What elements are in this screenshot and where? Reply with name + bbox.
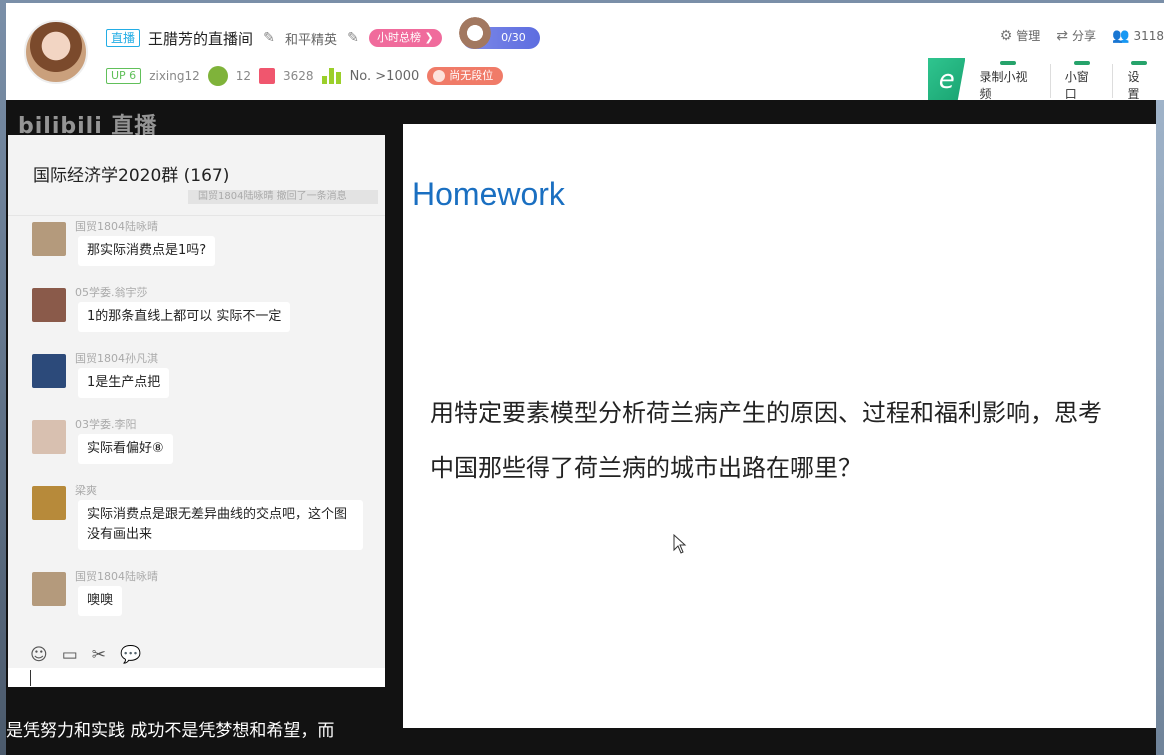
sender-name: 梁爽: [75, 484, 97, 497]
desktop-background-right: [1156, 100, 1164, 755]
sender-avatar[interactable]: [32, 222, 66, 256]
octopus-icon: [207, 66, 228, 86]
record-label: 录制小视频: [979, 69, 1028, 101]
share-button[interactable]: ⇄ 分享: [1056, 27, 1096, 44]
gear-icon: ⚙: [999, 27, 1013, 44]
chat-message: 国贸1804陆咏晴 噢噢: [8, 566, 385, 632]
rank-bars-icon: [321, 68, 342, 84]
slide-body-text: 用特定要素模型分析荷兰病产生的原因、过程和福利影响，思考中国那些得了荷兰病的城市…: [430, 399, 1102, 482]
tv-icon: [1073, 60, 1090, 65]
sender-name: 05学委.翁宇莎: [75, 286, 148, 299]
edit-category-icon[interactable]: ✎: [345, 30, 361, 46]
mini-window-button[interactable]: 小窗口: [1051, 60, 1114, 101]
sender-name: 03学委.李阳: [75, 418, 137, 431]
edit-title-icon[interactable]: ✎: [261, 30, 277, 46]
streamer-username[interactable]: zixing12: [149, 69, 200, 83]
message-bubble: 实际消费点是跟无差异曲线的交点吧，这个图没有画出来: [78, 500, 363, 550]
settings-button[interactable]: 设置: [1113, 60, 1164, 101]
sender-name: 国贸1804孙凡淇: [75, 352, 158, 365]
scissors-icon[interactable]: ✂: [92, 645, 106, 665]
sender-avatar[interactable]: [32, 354, 66, 388]
chat-bubble-icon[interactable]: 💬: [120, 645, 141, 665]
header-actions: ⚙ 管理 ⇄ 分享 👥 3118: [992, 27, 1164, 44]
streamer-stats-row: UP 6 zixing12 12 3628 No. >1000 尚无段位: [106, 65, 504, 87]
viewers-label: 3118: [1133, 28, 1164, 43]
sender-avatar[interactable]: [32, 288, 66, 322]
scrolling-subtitle: 是凭努力和实践 成功不是凭梦想和希望，而: [6, 721, 335, 741]
stream-tools: e 录制小视频 小窗口 设置: [928, 58, 1164, 103]
rank-text: No. >1000: [349, 68, 420, 84]
gift-count: 3628: [283, 69, 314, 83]
recall-notice: 国贸1804陆咏晴 撤回了一条消息: [188, 190, 378, 204]
mini-label: 小窗口: [1064, 69, 1089, 101]
room-category[interactable]: 和平精英: [285, 29, 337, 48]
stat-value: 12: [235, 69, 252, 83]
sender-name: 国贸1804陆咏晴: [75, 570, 158, 583]
e-logo-icon[interactable]: e: [928, 58, 966, 103]
message-bubble: 实际看偏好⑧: [78, 434, 173, 464]
live-tag: 直播: [106, 29, 141, 47]
folder-icon[interactable]: ▭: [62, 645, 78, 665]
chat-message: 梁爽 实际消费点是跟无差异曲线的交点吧，这个图没有画出来: [8, 480, 385, 566]
gift-icon: [259, 68, 276, 84]
chat-message: 国贸1804孙凡淇 1是生产点把: [8, 348, 385, 414]
fan-progress-text: 0/30: [501, 31, 526, 44]
group-chat-window: 国际经济学2020群 (167) 国贸1804陆咏晴 撤回了一条消息 国贸180…: [8, 135, 385, 687]
users-icon: 👥: [1112, 27, 1130, 44]
hourly-rank-badge[interactable]: 小时总榜 ❯: [369, 29, 442, 47]
up-level-tag: UP 6: [106, 68, 142, 84]
fan-crest-icon: [455, 15, 494, 51]
message-bubble: 1的那条直线上都可以 实际不一定: [78, 302, 291, 332]
chat-message: 03学委.李阳 实际看偏好⑧: [8, 414, 385, 480]
sender-avatar[interactable]: [32, 420, 66, 454]
share-icon: ⇄: [1056, 27, 1068, 44]
chat-message: 05学委.翁宇莎 1的那条直线上都可以 实际不一定: [8, 282, 385, 348]
settings-label: 设置: [1127, 69, 1140, 101]
sender-avatar[interactable]: [32, 486, 66, 520]
tier-badge[interactable]: 尚无段位: [427, 67, 504, 85]
video-camera-icon: [999, 60, 1016, 65]
chat-toolbar: ☺ ▭ ✂ 💬: [30, 645, 141, 665]
message-bubble: 1是生产点把: [78, 368, 170, 398]
room-info-row: 直播 王腊芳的直播间 ✎ 和平精英 ✎ 小时总榜 ❯ 0/30: [106, 15, 540, 51]
streamer-avatar[interactable]: [24, 20, 88, 84]
message-bubble: 那实际消费点是1吗?: [78, 236, 216, 266]
chat-input[interactable]: [8, 668, 385, 687]
sender-avatar[interactable]: [32, 572, 66, 606]
room-header: 直播 王腊芳的直播间 ✎ 和平精英 ✎ 小时总榜 ❯ 0/30 UP 6 zix…: [6, 0, 1164, 103]
message-list[interactable]: 国贸1804陆咏晴 那实际消费点是1吗? 05学委.翁宇莎 1的那条直线上都可以…: [8, 215, 385, 635]
message-bubble: 噢噢: [78, 586, 123, 616]
room-title: 王腊芳的直播间: [148, 29, 254, 48]
share-label: 分享: [1072, 29, 1097, 43]
manage-button[interactable]: ⚙ 管理: [1000, 27, 1041, 44]
viewers-count: 👥 3118: [1112, 28, 1164, 44]
slide-title: Homework: [412, 176, 565, 212]
emoji-icon[interactable]: ☺: [30, 645, 48, 665]
mouse-pointer-icon: [673, 534, 687, 554]
chat-group-title: 国际经济学2020群 (167): [33, 166, 230, 186]
record-clip-button[interactable]: 录制小视频: [965, 60, 1051, 101]
text-caret: [30, 670, 31, 686]
sender-name: 国贸1804陆咏晴: [75, 220, 158, 233]
fan-club-progress[interactable]: 0/30: [455, 15, 540, 51]
presentation-slide: Homework 用特定要素模型分析荷兰病产生的原因、过程和福利影响，思考中国那…: [403, 124, 1156, 728]
settings-gear-icon: [1130, 60, 1147, 65]
manage-label: 管理: [1016, 29, 1041, 43]
chat-message: 国贸1804陆咏晴 那实际消费点是1吗?: [8, 216, 385, 282]
